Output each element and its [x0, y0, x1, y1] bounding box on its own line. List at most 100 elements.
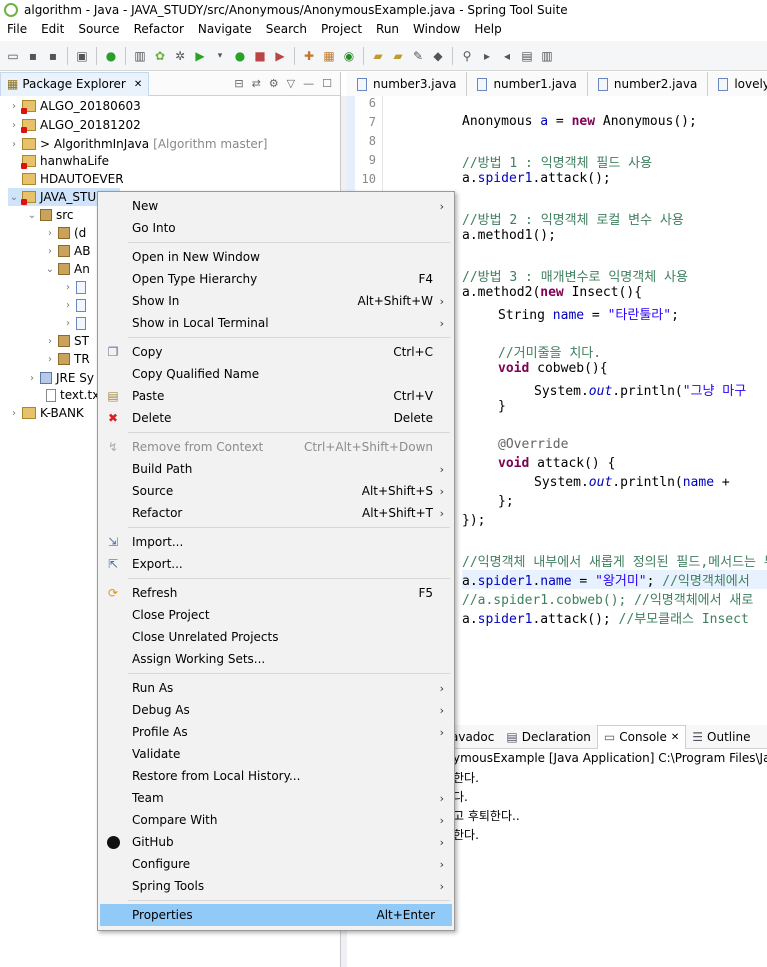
menu-item-restore-from-local-history[interactable]: Restore from Local History...	[98, 765, 454, 787]
menu-item-build-path[interactable]: Build Path ›	[98, 458, 454, 480]
terminal-icon[interactable]: ▣	[73, 47, 91, 65]
menu-item-source[interactable]: Source Alt+Shift+S ›	[98, 480, 454, 502]
collapse-icon[interactable]: ⌄	[8, 192, 20, 203]
expand-icon[interactable]: ›	[62, 282, 74, 293]
relaunch-icon[interactable]: ▶	[271, 47, 289, 65]
annotation-icon[interactable]: ◆	[429, 47, 447, 65]
menu-item-refresh[interactable]: ⟳ Refresh F5	[98, 582, 454, 604]
save-all-icon[interactable]: ▪	[44, 47, 62, 65]
tab-outline[interactable]: ☰ Outline	[686, 725, 756, 749]
new-icon[interactable]: ▭	[4, 47, 22, 65]
menu-item-validate[interactable]: Validate	[98, 743, 454, 765]
collapse-icon[interactable]: ⌄	[26, 210, 38, 221]
expand-icon[interactable]: ›	[44, 246, 56, 257]
menu-window[interactable]: Window	[406, 22, 467, 36]
tree-item-tr-package[interactable]: › TR	[44, 350, 90, 368]
menu-item-delete[interactable]: ✖ Delete Delete	[98, 407, 454, 429]
menu-item-export[interactable]: ⇱ Export...	[98, 553, 454, 575]
close-icon[interactable]: ✕	[134, 79, 142, 90]
last-edit-icon[interactable]: ▤	[518, 47, 536, 65]
menu-item-new[interactable]: New ›	[98, 195, 454, 217]
new-class-icon[interactable]: ◉	[340, 47, 358, 65]
tab-number2-java[interactable]: number2.java	[587, 72, 709, 96]
expand-icon[interactable]: ›	[44, 336, 56, 347]
save-icon[interactable]: ▪	[24, 47, 42, 65]
menu-item-refactor[interactable]: Refactor Alt+Shift+T ›	[98, 502, 454, 524]
link-with-editor-icon[interactable]: ⇄	[252, 77, 261, 90]
menu-item-team[interactable]: Team ›	[98, 787, 454, 809]
tab-package-explorer[interactable]: ▦ Package Explorer ✕	[0, 71, 150, 96]
tree-item-anonymous-package[interactable]: ⌄ An	[44, 260, 90, 278]
menu-item-configure[interactable]: Configure ›	[98, 853, 454, 875]
collapse-all-icon[interactable]: ⊟	[234, 77, 243, 90]
minimize-icon[interactable]: —	[303, 77, 314, 90]
tab-lovely[interactable]: lovely	[708, 72, 767, 96]
tree-item-k-bank[interactable]: › K-BANK	[8, 404, 84, 422]
menu-item-close-unrelated-projects[interactable]: Close Unrelated Projects	[98, 626, 454, 648]
tree-item-ab-package[interactable]: › AB	[44, 242, 90, 260]
menu-item-run-as[interactable]: Run As ›	[98, 677, 454, 699]
menu-item-paste[interactable]: ▤ Paste Ctrl+V	[98, 385, 454, 407]
expand-icon[interactable]: ›	[8, 139, 20, 150]
expand-icon[interactable]: ›	[44, 354, 56, 365]
view-menu-icon[interactable]: ▽	[287, 77, 295, 90]
spring-icon[interactable]: ✿	[151, 47, 169, 65]
menu-item-close-project[interactable]: Close Project	[98, 604, 454, 626]
tab-number3-java[interactable]: number3.java	[347, 72, 468, 96]
stop-icon[interactable]: ■	[251, 47, 269, 65]
tab-declaration[interactable]: ▤ Declaration	[500, 725, 597, 749]
tree-item-algo-20181202[interactable]: › ALGO_20181202	[8, 116, 141, 134]
debug-icon[interactable]: ●	[102, 47, 120, 65]
menu-item-copy[interactable]: ❐ Copy Ctrl+C	[98, 341, 454, 363]
menu-item-open-type-hierarchy[interactable]: Open Type Hierarchy F4	[98, 268, 454, 290]
collapse-icon[interactable]: ⌄	[44, 264, 56, 275]
menu-help[interactable]: Help	[467, 22, 508, 36]
menu-item-import[interactable]: ⇲ Import...	[98, 531, 454, 553]
tree-item-algorithm-in-java[interactable]: › > AlgorithmInJava [Algorithm master]	[8, 135, 267, 153]
menu-item-show-in-local-terminal[interactable]: Show in Local Terminal ›	[98, 312, 454, 334]
menu-item-assign-working-sets[interactable]: Assign Working Sets...	[98, 648, 454, 670]
menu-item-github[interactable]: GitHub ›	[98, 831, 454, 853]
next-annotation-icon[interactable]: ▸	[478, 47, 496, 65]
tree-item-src[interactable]: ⌄ src	[26, 206, 74, 224]
expand-icon[interactable]: ›	[62, 300, 74, 311]
tab-number1-java[interactable]: number1.java	[467, 72, 588, 96]
tree-item-java-file[interactable]: ›	[62, 296, 90, 314]
menu-navigate[interactable]: Navigate	[191, 22, 259, 36]
coverage-icon[interactable]: ●	[231, 47, 249, 65]
open-type-icon[interactable]: ▰	[369, 47, 387, 65]
maximize-icon[interactable]: ☐	[322, 77, 332, 90]
tree-item-jre-system-library[interactable]: › JRE Sy	[26, 369, 94, 387]
menu-source[interactable]: Source	[71, 22, 126, 36]
tree-item-default-package[interactable]: › (d	[44, 224, 86, 242]
prev-annotation-icon[interactable]: ◂	[498, 47, 516, 65]
expand-icon[interactable]: ›	[62, 318, 74, 329]
menu-item-copy-qualified-name[interactable]: Copy Qualified Name	[98, 363, 454, 385]
expand-icon[interactable]: ›	[44, 228, 56, 239]
tree-item-algo-20180603[interactable]: › ALGO_20180603	[8, 97, 141, 115]
expand-icon[interactable]: ›	[8, 101, 20, 112]
run-icon[interactable]: ▶	[191, 47, 209, 65]
run-dropdown-icon[interactable]: ▾	[211, 47, 229, 65]
tree-item-java-file[interactable]: ›	[62, 278, 90, 296]
menu-refactor[interactable]: Refactor	[127, 22, 191, 36]
open-task-icon[interactable]: ▰	[389, 47, 407, 65]
menu-item-go-into[interactable]: Go Into	[98, 217, 454, 239]
search-icon[interactable]: ✎	[409, 47, 427, 65]
tab-console[interactable]: ▭ Console ✕	[596, 724, 687, 749]
tree-item-st-package[interactable]: › ST	[44, 332, 89, 350]
settings-icon[interactable]: ✲	[171, 47, 189, 65]
menu-item-profile-as[interactable]: Profile As ›	[98, 721, 454, 743]
skip-breakpoints-icon[interactable]: ▥	[131, 47, 149, 65]
tree-item-hanwhalife[interactable]: hanwhaLife	[8, 152, 109, 170]
new-package-icon[interactable]: ▦	[320, 47, 338, 65]
expand-icon[interactable]: ›	[26, 373, 38, 384]
menu-item-compare-with[interactable]: Compare With ›	[98, 809, 454, 831]
menu-item-spring-tools[interactable]: Spring Tools ›	[98, 875, 454, 897]
menu-edit[interactable]: Edit	[34, 22, 71, 36]
menu-project[interactable]: Project	[314, 22, 369, 36]
menu-item-properties[interactable]: Properties Alt+Enter	[100, 904, 452, 926]
expand-icon[interactable]: ›	[8, 120, 20, 131]
menu-run[interactable]: Run	[369, 22, 406, 36]
tree-item-text-file[interactable]: text.tx	[44, 386, 99, 404]
